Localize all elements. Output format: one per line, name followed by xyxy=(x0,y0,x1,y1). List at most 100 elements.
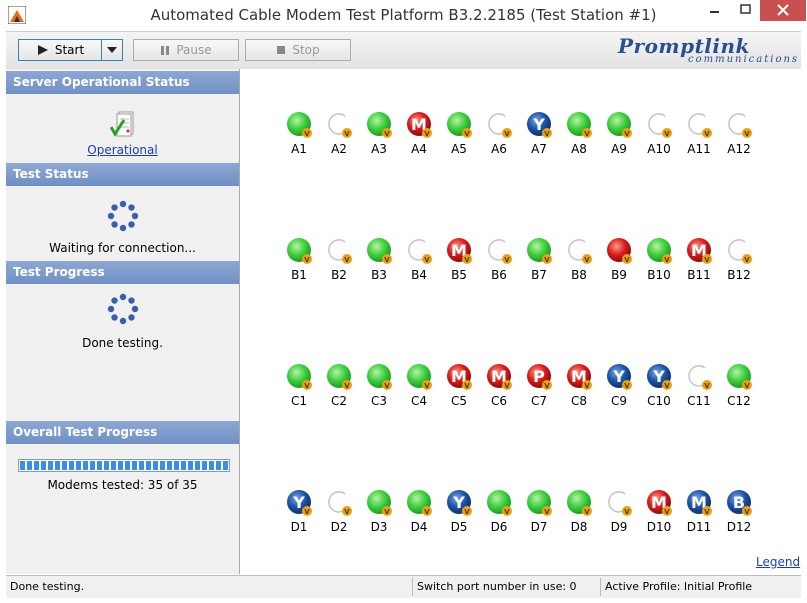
modem-slot-c10[interactable]: Y V C10 xyxy=(639,363,679,413)
modem-slot-label: C12 xyxy=(727,394,751,408)
modem-slot-c9[interactable]: Y V C9 xyxy=(599,363,639,413)
modem-slot-a12[interactable]: V A12 xyxy=(719,111,759,161)
status-led-icon: V xyxy=(328,491,352,516)
status-led-icon: MV xyxy=(567,364,592,390)
maximize-button[interactable] xyxy=(731,0,761,21)
modem-slot-d4[interactable]: V D4 xyxy=(399,489,439,539)
modem-slot-a3[interactable]: V A3 xyxy=(359,111,399,161)
modem-slot-c12[interactable]: V C12 xyxy=(719,363,759,413)
modem-slot-c7[interactable]: P V C7 xyxy=(519,363,559,413)
server-status-header: Server Operational Status xyxy=(6,71,239,94)
modem-slot-c1[interactable]: V C1 xyxy=(279,363,319,413)
modem-slot-c6[interactable]: M V C6 xyxy=(479,363,519,413)
v-badge-letter: V xyxy=(744,130,750,138)
test-status-text: Waiting for connection... xyxy=(49,241,196,255)
modem-slot-b12[interactable]: V B12 xyxy=(719,237,759,287)
status-led-icon: BV xyxy=(727,490,752,516)
modem-slot-c5[interactable]: M V C5 xyxy=(439,363,479,413)
modem-slot-c4[interactable]: V C4 xyxy=(399,363,439,413)
status-led-icon: V xyxy=(407,490,432,516)
status-led-icon: MV xyxy=(487,364,512,390)
window-title: Automated Cable Modem Test Platform B3.2… xyxy=(150,6,657,24)
v-badge-letter: V xyxy=(584,130,590,138)
modem-slot-c11[interactable]: V C11 xyxy=(679,363,719,413)
toolbar: Start Pause Stop Promptlink communicatio… xyxy=(6,31,801,70)
stop-button[interactable]: Stop xyxy=(245,39,351,61)
modem-slot-label: A9 xyxy=(611,142,627,156)
v-badge-letter: V xyxy=(464,256,470,264)
modem-slot-b9[interactable]: V B9 xyxy=(599,237,639,287)
v-badge-letter: V xyxy=(304,256,310,264)
status-led-icon: YV xyxy=(287,490,312,516)
operational-link[interactable]: Operational xyxy=(6,143,239,157)
modem-slot-c8[interactable]: M V C8 xyxy=(559,363,599,413)
modem-slot-d3[interactable]: V D3 xyxy=(359,489,399,539)
v-badge-letter: V xyxy=(704,508,710,516)
start-dropdown-button[interactable] xyxy=(101,39,123,61)
modem-slot-d11[interactable]: M V D11 xyxy=(679,489,719,539)
stop-button-label: Stop xyxy=(292,43,320,57)
modem-slot-b7[interactable]: V B7 xyxy=(519,237,559,287)
start-button[interactable]: Start xyxy=(18,39,103,61)
modem-slot-b10[interactable]: V B10 xyxy=(639,237,679,287)
modem-slot-d2[interactable]: V D2 xyxy=(319,489,359,539)
modem-slot-a9[interactable]: V A9 xyxy=(599,111,639,161)
status-led-icon: V xyxy=(567,490,592,516)
modem-slot-d7[interactable]: V D7 xyxy=(519,489,559,539)
modem-slot-a8[interactable]: V A8 xyxy=(559,111,599,161)
start-button-label: Start xyxy=(54,43,85,57)
modem-slot-a4[interactable]: M V A4 xyxy=(399,111,439,161)
modem-slot-a11[interactable]: V A11 xyxy=(679,111,719,161)
modem-slot-a7[interactable]: Y V A7 xyxy=(519,111,559,161)
maximize-icon xyxy=(740,4,751,14)
modem-slot-b4[interactable]: V B4 xyxy=(399,237,439,287)
modem-slot-d10[interactable]: M V D10 xyxy=(639,489,679,539)
status-led-icon: V xyxy=(367,238,392,264)
legend-link[interactable]: Legend xyxy=(756,555,800,569)
pause-icon xyxy=(160,45,170,56)
modem-slot-label: B12 xyxy=(727,268,751,282)
modem-slot-d12[interactable]: B V D12 xyxy=(719,489,759,539)
v-badge-letter: V xyxy=(664,382,670,390)
modem-slot-a6[interactable]: V A6 xyxy=(479,111,519,161)
pause-button-label: Pause xyxy=(176,43,212,57)
promptlink-logo: Promptlink communications xyxy=(618,34,798,66)
v-badge-letter: V xyxy=(624,382,630,390)
overall-progress-header: Overall Test Progress xyxy=(6,421,239,444)
modem-slot-b8[interactable]: V B8 xyxy=(559,237,599,287)
v-badge-letter: V xyxy=(504,508,510,516)
status-led-icon: V xyxy=(728,239,752,264)
modem-slot-label: C8 xyxy=(570,394,587,408)
modem-slot-c2[interactable]: V C2 xyxy=(319,363,359,413)
status-led-icon: V xyxy=(568,239,592,264)
v-badge-letter: V xyxy=(544,256,550,264)
modem-slot-b2[interactable]: V B2 xyxy=(319,237,359,287)
modem-slot-label: A5 xyxy=(451,142,467,156)
modem-slot-b3[interactable]: V B3 xyxy=(359,237,399,287)
status-led-icon: V xyxy=(647,238,672,264)
modem-slot-d1[interactable]: Y V D1 xyxy=(279,489,319,539)
modem-slot-b1[interactable]: V B1 xyxy=(279,237,319,287)
close-button[interactable] xyxy=(760,0,806,21)
active-profile-status: Active Profile: Initial Profile xyxy=(600,578,800,596)
minimize-button[interactable] xyxy=(700,0,730,21)
modem-slot-d5[interactable]: Y V D5 xyxy=(439,489,479,539)
modem-slot-label: B3 xyxy=(371,268,387,282)
v-badge-letter: V xyxy=(664,256,670,264)
modem-slot-a10[interactable]: V A10 xyxy=(639,111,679,161)
modem-slot-label: B11 xyxy=(687,268,711,282)
modem-slot-d9[interactable]: V D9 xyxy=(599,489,639,539)
modem-slot-a1[interactable]: V A1 xyxy=(279,111,319,161)
modem-slot-a2[interactable]: V A2 xyxy=(319,111,359,161)
modem-slot-label: D8 xyxy=(570,520,588,534)
modem-slot-b6[interactable]: V B6 xyxy=(479,237,519,287)
modem-slot-b5[interactable]: M V B5 xyxy=(439,237,479,287)
v-badge-letter: V xyxy=(304,382,310,390)
modem-slot-d8[interactable]: V D8 xyxy=(559,489,599,539)
modem-slot-d6[interactable]: V D6 xyxy=(479,489,519,539)
modem-slot-b11[interactable]: M V B11 xyxy=(679,237,719,287)
v-badge-letter: V xyxy=(464,382,470,390)
modem-slot-c3[interactable]: V C3 xyxy=(359,363,399,413)
modem-slot-a5[interactable]: V A5 xyxy=(439,111,479,161)
pause-button[interactable]: Pause xyxy=(133,39,239,61)
